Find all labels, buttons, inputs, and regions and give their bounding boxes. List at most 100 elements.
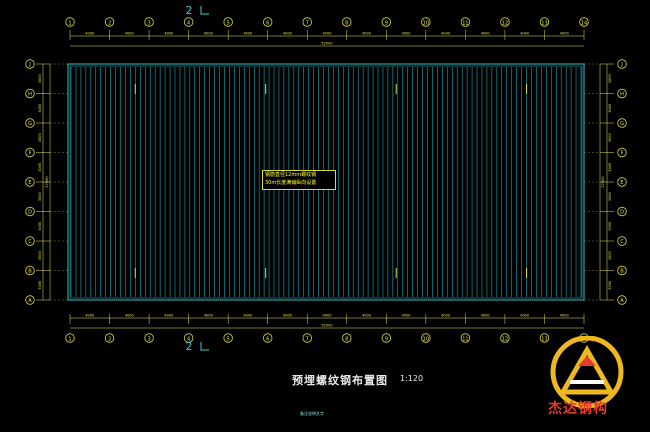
- dim-text-bottom: 4000: [560, 314, 569, 318]
- drawing-footnote: 备注说明文字: [300, 411, 324, 416]
- steel-note-box: 钢筋直径12mm螺纹钢 30m长度满铺纵向设置: [262, 170, 336, 190]
- dim-text-top: 4000: [323, 32, 332, 36]
- dim-text-bottom: 4000: [441, 314, 450, 318]
- axis-label-bottom-9: 9: [385, 336, 388, 342]
- dim-text-bottom: 4000: [204, 314, 213, 318]
- section-cut-arrow: [200, 6, 209, 15]
- axis-label-bottom-5: 5: [227, 336, 230, 342]
- dim-text-bottom: 4000: [283, 314, 292, 318]
- axis-label-top-5: 5: [227, 20, 230, 26]
- dim-text-left-total: 27000: [45, 176, 49, 187]
- dim-text-top: 4000: [560, 32, 569, 36]
- section-mark-top: 2: [186, 4, 193, 17]
- dim-text-top: 4000: [243, 32, 252, 36]
- axis-label-right-C: C: [620, 239, 624, 245]
- dim-text-bottom: 4000: [520, 314, 529, 318]
- axis-label-left-E: E: [28, 180, 31, 186]
- section-mark-bottom: 2: [186, 340, 193, 353]
- axis-label-top-2: 2: [108, 20, 111, 26]
- dim-text-left: 3000: [38, 222, 42, 231]
- axis-label-right-D: D: [620, 210, 624, 216]
- dim-text-top: 4000: [125, 32, 134, 36]
- dim-text-left: 3000: [38, 163, 42, 172]
- dim-text-right-total: 27000: [601, 176, 605, 187]
- dim-text-bottom: 4000: [85, 314, 94, 318]
- axis-label-bottom-10: 10: [423, 336, 429, 342]
- axis-label-bottom-1: 1: [68, 336, 71, 342]
- dim-text-bottom: 4000: [164, 314, 173, 318]
- dim-text-bottom: 4000: [362, 314, 371, 318]
- axis-label-left-C: C: [28, 239, 32, 245]
- axis-label-top-8: 8: [345, 20, 348, 26]
- drawing-scale: 1:120: [400, 374, 424, 383]
- dim-text-right: 3000: [608, 222, 612, 231]
- axis-label-top-13: 13: [541, 20, 547, 26]
- axis-label-left-B: B: [28, 269, 32, 275]
- axis-label-right-G: G: [620, 121, 624, 127]
- dim-text-right: 3000: [608, 281, 612, 290]
- dim-text-bottom: 4000: [323, 314, 332, 318]
- dim-text-bottom: 4000: [402, 314, 411, 318]
- section-cut-arrow: [200, 342, 209, 351]
- company-logo-text: 杰达钢构: [548, 401, 608, 417]
- axis-label-top-4: 4: [187, 20, 190, 26]
- axis-label-top-11: 11: [462, 20, 468, 26]
- dim-text-right: 3000: [608, 163, 612, 172]
- axis-label-left-A: A: [28, 298, 32, 304]
- drawing-title: 预埋螺纹钢布置图: [292, 374, 388, 387]
- dim-text-left: 3000: [38, 104, 42, 113]
- axis-label-top-1: 1: [68, 20, 71, 26]
- dim-text-right: 3000: [608, 251, 612, 260]
- axis-label-top-10: 10: [423, 20, 429, 26]
- axis-label-top-12: 12: [502, 20, 508, 26]
- axis-label-top-14: 14: [581, 20, 587, 26]
- axis-label-left-G: G: [28, 121, 32, 127]
- dim-text-top: 4000: [204, 32, 213, 36]
- axis-label-right-F: F: [621, 151, 624, 157]
- dim-text-top: 4000: [362, 32, 371, 36]
- dim-text-left: 3000: [38, 74, 42, 83]
- dim-text-right: 3000: [608, 104, 612, 113]
- axis-label-left-D: D: [28, 210, 32, 216]
- dim-text-left: 3000: [38, 281, 42, 290]
- dim-text-top: 4000: [85, 32, 94, 36]
- dim-text-top-total: 52000: [321, 42, 332, 46]
- axis-label-top-9: 9: [385, 20, 388, 26]
- axis-label-top-3: 3: [147, 20, 150, 26]
- axis-label-left-H: H: [28, 92, 32, 98]
- dim-text-right: 3000: [608, 133, 612, 142]
- axis-label-right-A: A: [620, 298, 624, 304]
- dim-text-left: 3000: [38, 192, 42, 201]
- axis-label-left-J: J: [28, 62, 30, 68]
- axis-label-top-6: 6: [266, 20, 269, 26]
- dim-text-left: 3000: [38, 251, 42, 260]
- axis-label-bottom-12: 12: [502, 336, 508, 342]
- axis-label-bottom-6: 6: [266, 336, 269, 342]
- axis-label-bottom-2: 2: [108, 336, 111, 342]
- dim-text-bottom-total: 52000: [321, 324, 332, 328]
- dim-text-bottom: 4000: [125, 314, 134, 318]
- axis-label-right-H: H: [620, 92, 624, 98]
- dim-text-bottom: 4000: [243, 314, 252, 318]
- cad-drawing-canvas: 1 1 2 2 3 3 4 4 5 5 6 6 7 7 8 8 9 9 10 10 11 11 12 12 13 13 14 14 40…: [0, 0, 650, 428]
- dim-text-right: 3000: [608, 74, 612, 83]
- axis-label-bottom-11: 11: [462, 336, 468, 342]
- dim-text-bottom: 4000: [481, 314, 490, 318]
- axis-label-top-7: 7: [306, 20, 309, 26]
- dim-text-left: 3000: [38, 133, 42, 142]
- dim-text-top: 4000: [481, 32, 490, 36]
- note-line-2: 30m长度满铺纵向设置: [265, 180, 317, 186]
- dim-text-top: 4000: [402, 32, 411, 36]
- axis-label-right-B: B: [620, 269, 624, 275]
- axis-label-right-E: E: [620, 180, 623, 186]
- dim-text-top: 4000: [441, 32, 450, 36]
- dim-text-top: 4000: [283, 32, 292, 36]
- dim-text-top: 4000: [520, 32, 529, 36]
- axis-label-bottom-3: 3: [147, 336, 150, 342]
- note-line-1: 钢筋直径12mm螺纹钢: [265, 172, 317, 178]
- axis-label-left-F: F: [29, 151, 32, 157]
- axis-label-bottom-7: 7: [306, 336, 309, 342]
- axis-label-right-J: J: [620, 62, 622, 68]
- dim-text-top: 4000: [164, 32, 173, 36]
- axis-label-bottom-8: 8: [345, 336, 348, 342]
